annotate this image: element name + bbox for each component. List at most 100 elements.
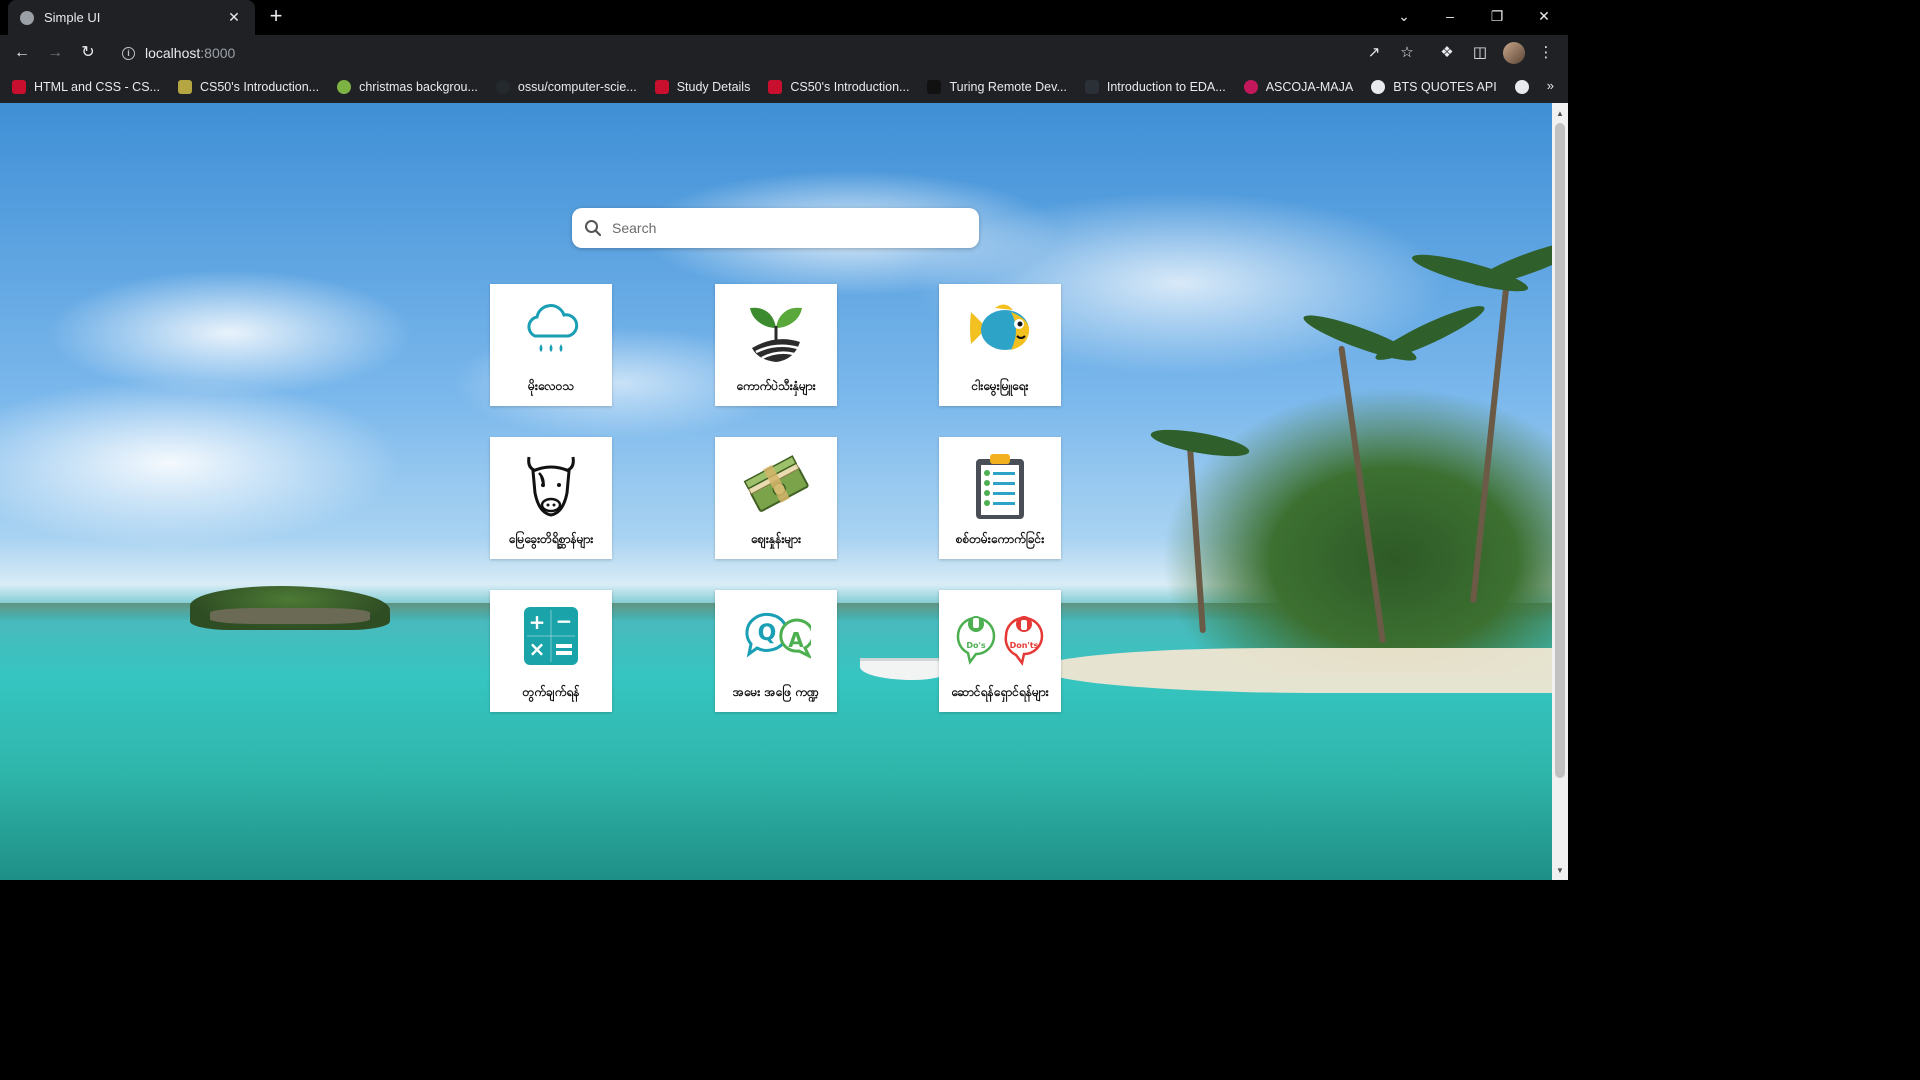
bookmark-item[interactable]: ASCOJA-MAJA (1243, 80, 1354, 94)
profile-avatar[interactable] (1503, 42, 1525, 64)
new-tab-button[interactable]: + (265, 5, 287, 28)
bookmark-item[interactable]: BTS QUOTES API (1371, 80, 1497, 94)
bookmark-item[interactable]: CS50's Introduction... (768, 80, 909, 94)
scrollbar-thumb[interactable] (1555, 123, 1565, 778)
qa-icon: Q A (745, 612, 811, 659)
github-icon (495, 80, 510, 94)
browser-tab[interactable]: Simple UI ✕ (8, 0, 255, 35)
svg-text:Q: Q (758, 621, 777, 646)
search-icon (585, 220, 602, 237)
tile-label: ကောက်ပဲသီးနှံများ (736, 379, 816, 393)
sprout-icon (750, 307, 802, 362)
tile-crops[interactable]: ကောက်ပဲသီးနှံများ (715, 284, 837, 406)
scroll-up-icon[interactable]: ▲ (1552, 107, 1568, 121)
url-host: localhost (145, 45, 201, 61)
bookmark-favicon-icon (1243, 80, 1258, 94)
page-background: မိုးလေဝသ ကောက်ပဲသီးနှံများ ငါးမွေးမြူရေး (0, 103, 1552, 880)
tile-label: အမေး အဖြေ ကဏ္ဍ (732, 685, 820, 699)
star-icon[interactable]: ☆ (1396, 42, 1418, 64)
tile-qa[interactable]: Q A အမေး အဖြေ ကဏ္ဍ (715, 590, 837, 712)
search-bar[interactable] (572, 208, 979, 248)
bookmark-item[interactable] (1514, 80, 1537, 94)
bookmark-favicon-icon (654, 80, 669, 94)
bookmark-item[interactable]: CS50's Introduction... (177, 80, 320, 94)
tile-label: ဆောင်ရန်ရှောင်ရန်များ (951, 685, 1049, 699)
address-bar[interactable]: i localhost :8000 (112, 39, 1430, 67)
globe-icon (1371, 80, 1386, 94)
tab-close-icon[interactable]: ✕ (225, 9, 243, 26)
forward-arrow-icon[interactable]: → (44, 42, 66, 64)
share-icon[interactable]: ↗ (1363, 42, 1385, 64)
tile-calculate[interactable]: + − × တွက်ချက်ရန် (490, 590, 612, 712)
svg-text:+: + (529, 610, 546, 634)
bookmark-label: Introduction to EDA... (1106, 80, 1226, 94)
bookmark-label: BTS QUOTES API (1393, 80, 1497, 94)
bookmark-favicon-icon (177, 80, 192, 94)
money-icon (743, 455, 809, 512)
site-info-icon[interactable]: i (122, 46, 135, 60)
dos-donts-icon: Do's Don'ts (956, 616, 1044, 666)
tile-weather[interactable]: မိုးလေဝသ (490, 284, 612, 406)
bookmarks-overflow-icon[interactable]: » (1547, 78, 1554, 93)
bookmark-item[interactable]: christmas backgrou... (337, 80, 478, 94)
bookmark-favicon-icon (768, 80, 783, 94)
tile-label: စစ်တမ်းကောက်ခြင်း (955, 532, 1045, 546)
bookmark-label: HTML and CSS - CS... (34, 80, 160, 94)
tile-livestock[interactable]: မြေခွေးတိရိစ္ဆာန်များ (490, 437, 612, 559)
island-rock (210, 608, 370, 624)
bookmark-label: ossu/computer-scie... (517, 80, 637, 94)
bookmark-label: christmas backgrou... (359, 80, 478, 94)
calculator-icon: + − × (524, 607, 578, 665)
boat-image (860, 658, 948, 680)
bookmark-label: Study Details (676, 80, 751, 94)
menu-kebab-icon[interactable]: ⋮ (1535, 42, 1557, 64)
bookmark-item[interactable]: Introduction to EDA... (1084, 80, 1226, 94)
bookmarks-bar: HTML and CSS - CS... CS50's Introduction… (0, 71, 1568, 103)
tile-survey[interactable]: စစ်တမ်းကောက်ခြင်း (939, 437, 1061, 559)
extensions-puzzle-icon[interactable]: ❖ (1436, 42, 1458, 64)
side-panel-icon[interactable]: ◫ (1469, 42, 1491, 64)
tile-label: တွက်ချက်ရန် (522, 685, 580, 699)
clipboard-icon (976, 454, 1024, 519)
bookmark-favicon-icon (1084, 80, 1099, 94)
close-window-button[interactable]: ✕ (1533, 6, 1555, 26)
url-port: :8000 (200, 45, 236, 61)
svg-text:Don'ts: Don'ts (1010, 641, 1039, 650)
rain-cloud-icon (527, 304, 579, 352)
tab-strip: Simple UI ✕ + ⌄ – ❐ ✕ (0, 0, 1568, 35)
tile-label: မိုးလေဝသ (527, 379, 574, 393)
beach-image (1040, 648, 1552, 693)
globe-icon (1514, 80, 1529, 94)
tab-title: Simple UI (44, 10, 101, 25)
tile-fishery[interactable]: ငါးမွေးမြူရေး (939, 284, 1061, 406)
bookmark-label: CS50's Introduction... (790, 80, 910, 94)
bookmark-item[interactable]: Study Details (654, 80, 751, 94)
bookmark-label: Turing Remote Dev... (949, 80, 1067, 94)
bookmark-label: CS50's Introduction... (199, 80, 320, 94)
page-scrollbar[interactable]: ▲ ▼ (1552, 103, 1568, 880)
minimize-button[interactable]: – (1439, 6, 1461, 26)
svg-text:Do's: Do's (966, 641, 986, 650)
bookmark-item[interactable]: HTML and CSS - CS... (12, 80, 160, 94)
back-arrow-icon[interactable]: ← (11, 42, 33, 64)
bookmark-favicon-icon (927, 80, 942, 94)
bookmark-item[interactable]: Turing Remote Dev... (927, 80, 1067, 94)
search-input[interactable] (612, 220, 972, 236)
tile-label: ဈေးနှုန်းများ (750, 532, 802, 546)
cow-icon (527, 456, 575, 517)
reload-icon[interactable]: ↻ (77, 42, 99, 64)
browser-toolbar: ← → ↻ i localhost :8000 ↗ ☆ ❖ ◫ ⋮ (0, 35, 1568, 71)
bookmark-label: ASCOJA-MAJA (1265, 80, 1354, 94)
svg-text:−: − (556, 609, 573, 633)
tab-search-icon[interactable]: ⌄ (1393, 6, 1415, 26)
bookmark-favicon-icon (337, 80, 352, 94)
restore-button[interactable]: ❐ (1486, 6, 1508, 26)
tile-label: မြေခွေးတိရိစ္ဆာန်များ (508, 532, 594, 546)
fish-icon (970, 304, 1030, 350)
scroll-down-icon[interactable]: ▼ (1552, 864, 1568, 878)
island-image (190, 586, 390, 630)
bookmark-favicon-icon (12, 80, 26, 94)
tile-prices[interactable]: ဈေးနှုန်းများ (715, 437, 837, 559)
tile-dos-donts[interactable]: Do's Don'ts ဆောင်ရန်ရှောင်ရန်များ (939, 590, 1061, 712)
bookmark-item[interactable]: ossu/computer-scie... (495, 80, 637, 94)
